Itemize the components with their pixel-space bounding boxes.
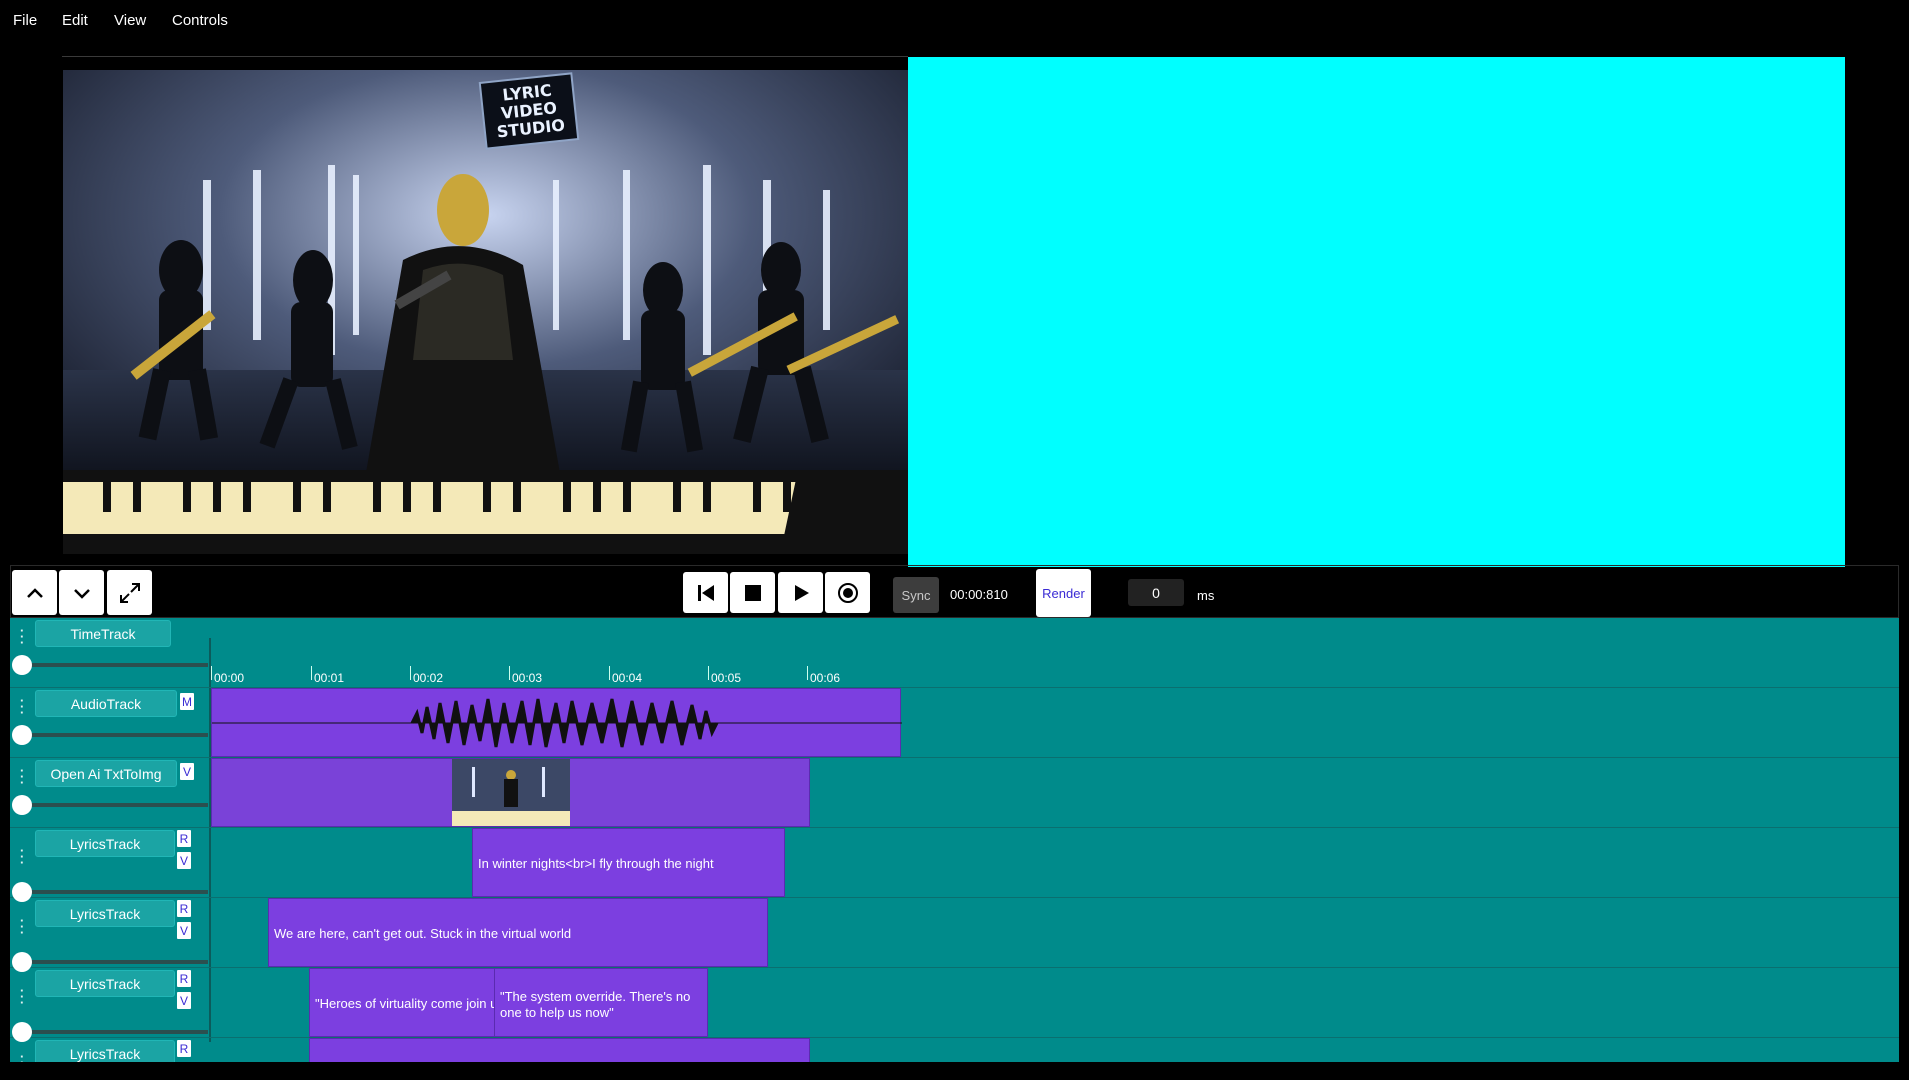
thumbnail-image [452,759,570,826]
expand-button[interactable] [107,570,152,615]
volume-slider-track[interactable] [22,960,208,964]
drag-handle-icon[interactable]: · · · [20,764,24,789]
time-track-row: · · · TimeTrack 00:00 00:01 00:02 00:03 00… [10,618,1899,688]
ruler-tick [509,666,510,680]
sync-button[interactable]: Sync [893,577,939,613]
ruler-tick [807,666,808,680]
drag-handle-icon[interactable]: · · · [20,984,24,1009]
lyrics-track-row-4: ·· LyricsTrack R [10,1038,1899,1062]
stop-icon [744,584,761,601]
volume-slider-knob[interactable] [12,795,32,815]
stop-button[interactable] [730,572,775,613]
concert-scene-image: LYRIC VIDEO STUDIO [63,70,908,554]
lyrics-clip-text: "The system override. There's no one to … [500,989,691,1020]
lyrics-track-row-2: · · · LyricsTrack R V We are here, can't g… [10,898,1899,972]
drag-handle-icon[interactable]: · · · [20,694,24,719]
ruler-label-4: 00:04 [612,671,643,685]
ruler-label-2: 00:02 [413,671,444,685]
skip-back-icon [697,584,714,601]
drag-handle-icon[interactable]: · · · [20,914,24,939]
play-button[interactable] [778,572,823,613]
ruler-label-0: 00:00 [214,671,245,685]
visibility-toggle[interactable]: V [180,763,194,780]
menu-view[interactable]: View [114,12,146,29]
record-toggle[interactable]: R [177,830,191,847]
audio-clip[interactable] [211,688,902,757]
volume-slider-knob[interactable] [12,655,32,675]
visibility-toggle[interactable]: V [177,922,191,939]
ruler-tick [311,666,312,680]
record-button[interactable] [825,572,870,613]
lyrics-clip-text: We are here, can't get out. Stuck in the… [274,926,572,941]
track-label-time[interactable]: TimeTrack [35,620,171,647]
move-up-button[interactable] [12,570,57,615]
ruler-label-5: 00:05 [711,671,742,685]
image-track-row: · · · Open Ai TxtToImg V [10,758,1899,828]
menu-bar: File Edit View Controls [0,0,1909,42]
volume-slider-track[interactable] [22,733,208,737]
lyrics-clip[interactable]: "The system override. There's no one to … [494,968,708,1037]
ruler-tick [410,666,411,680]
timeline-panel: · · · TimeTrack 00:00 00:01 00:02 00:03 00… [10,618,1899,1062]
render-canvas-panel [908,57,1845,567]
image-clip[interactable] [211,758,810,827]
record-icon [837,582,858,603]
track-label-lyrics-3[interactable]: LyricsTrack [35,970,175,997]
ruler-label-3: 00:03 [512,671,543,685]
mute-toggle[interactable]: M [180,693,194,710]
image-clip-thumbnail [452,759,570,826]
expand-icon [119,582,140,603]
ruler-tick [609,666,610,680]
lyrics-clip[interactable]: In winter nights<br>I fly through the ni… [472,828,785,897]
skip-to-start-button[interactable] [683,572,728,613]
drag-handle-icon[interactable]: ·· [20,1050,24,1062]
preview-top-border [62,56,908,57]
drag-handle-icon[interactable]: · · · [20,624,24,649]
track-label-image[interactable]: Open Ai TxtToImg [35,760,177,787]
ruler-tick [708,666,709,680]
offset-unit-label: ms [1197,588,1215,603]
waveform-graphic [212,698,902,748]
offset-ms-input[interactable]: 0 [1128,579,1184,606]
visibility-toggle[interactable]: V [177,992,191,1009]
drag-handle-icon[interactable]: · · · [20,844,24,869]
volume-slider-track[interactable] [22,663,208,667]
menu-edit[interactable]: Edit [62,12,88,29]
track-label-audio[interactable]: AudioTrack [35,690,177,717]
volume-slider-track[interactable] [22,1030,208,1034]
visibility-toggle[interactable]: V [177,852,191,869]
track-label-lyrics-1[interactable]: LyricsTrack [35,830,175,857]
timecode-display: 00:00:810 [950,587,1008,602]
lyrics-clip[interactable]: "Heroes of virtuality come join us [309,968,495,1037]
ruler-tick [211,666,212,680]
lyrics-track-row-3: · · · LyricsTrack R V "Heroes of virtualit… [10,968,1899,1042]
lyrics-clip-text: "Heroes of virtuality come join us [315,996,495,1011]
track-label-lyrics-2[interactable]: LyricsTrack [35,900,175,927]
lyrics-clip[interactable]: We are here, can't get out. Stuck in the… [268,898,768,967]
ruler-label-1: 00:01 [314,671,345,685]
menu-controls[interactable]: Controls [172,12,228,29]
track-label-lyrics-4[interactable]: LyricsTrack [35,1040,175,1062]
record-toggle[interactable]: R [177,970,191,987]
lyrics-clip-text: In winter nights<br>I fly through the ni… [478,856,714,871]
lyrics-clip[interactable] [309,1038,810,1062]
play-icon [794,584,809,601]
lyrics-track-row-1: · · · LyricsTrack R V In winter nights<br>… [10,828,1899,902]
ruler-label-6: 00:06 [810,671,841,685]
menu-file[interactable]: File [13,12,37,29]
volume-slider-track[interactable] [22,803,208,807]
record-toggle[interactable]: R [177,1040,191,1057]
audio-track-row: · · · AudioTrack M [10,688,1899,758]
render-button[interactable]: Render [1036,569,1091,617]
record-toggle[interactable]: R [177,900,191,917]
move-down-button[interactable] [59,570,104,615]
volume-slider-knob[interactable] [12,725,32,745]
volume-slider-track[interactable] [22,890,208,894]
chevron-up-icon [26,587,43,598]
chevron-down-icon [73,588,90,599]
preview-image: LYRIC VIDEO STUDIO [63,70,908,554]
